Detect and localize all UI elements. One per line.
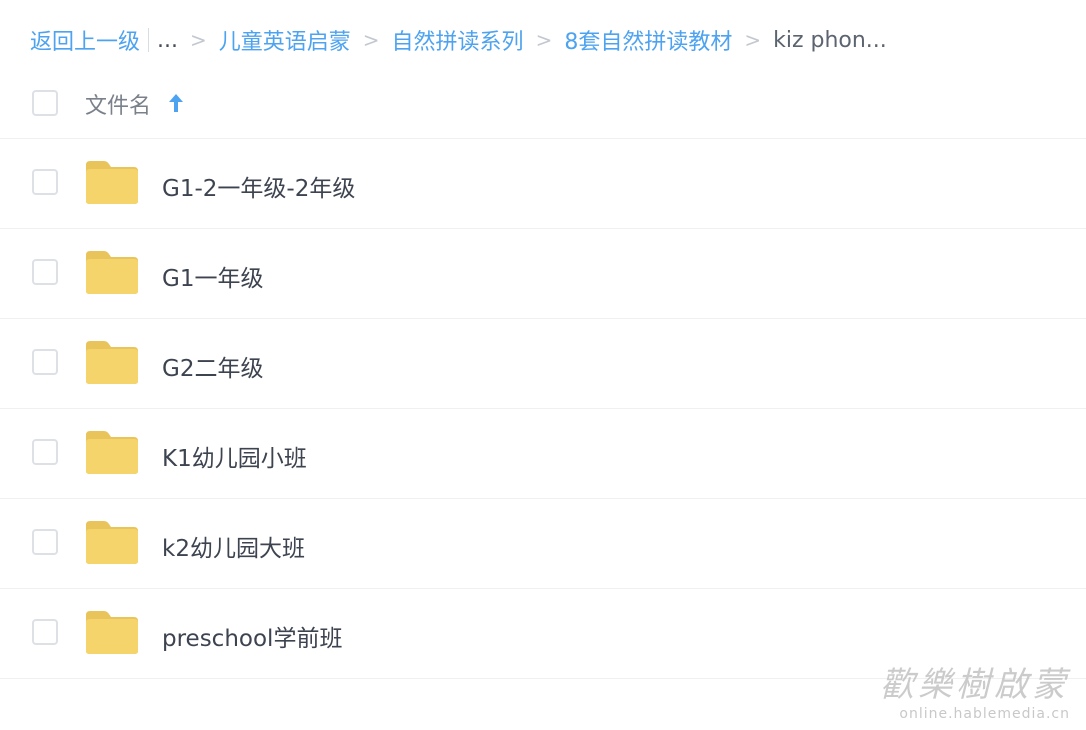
breadcrumb-separator: > (362, 28, 380, 52)
watermark-url: online.hablemedia.cn (899, 706, 1070, 722)
row-checkbox[interactable] (32, 259, 58, 285)
list-item[interactable]: preschool学前班 (0, 589, 1086, 679)
list-item[interactable]: G1-2一年级-2年级 (0, 139, 1086, 229)
breadcrumb: 返回上一级 ... > 儿童英语启蒙 > 自然拼读系列 > 8套自然拼读教材 >… (30, 22, 887, 58)
breadcrumb-separator: > (535, 28, 553, 52)
folder-icon (86, 611, 138, 654)
list-item[interactable]: G1一年级 (0, 229, 1086, 319)
breadcrumb-divider (148, 28, 150, 52)
breadcrumb-current: kiz phon... (773, 27, 887, 53)
back-link[interactable]: 返回上一级 (30, 24, 140, 56)
breadcrumb-item-english-enlightenment[interactable]: 儿童英语启蒙 (219, 24, 351, 56)
folder-icon (86, 431, 138, 474)
file-name[interactable]: G1一年级 (162, 259, 263, 293)
file-name[interactable]: K1幼儿园小班 (162, 439, 307, 473)
breadcrumb-separator: > (744, 28, 762, 52)
filename-column-header[interactable]: 文件名 (85, 88, 151, 120)
folder-icon (86, 341, 138, 384)
select-all-checkbox[interactable] (32, 90, 58, 116)
row-checkbox[interactable] (32, 529, 58, 555)
folder-icon (86, 251, 138, 294)
folder-icon (86, 521, 138, 564)
file-name[interactable]: G2二年级 (162, 349, 263, 383)
file-list-header: 文件名 (0, 72, 1086, 139)
file-name[interactable]: preschool学前班 (162, 619, 342, 653)
list-item[interactable]: k2幼儿园大班 (0, 499, 1086, 589)
row-checkbox[interactable] (32, 169, 58, 195)
arrow-up-icon[interactable] (166, 90, 186, 116)
list-item[interactable]: K1幼儿园小班 (0, 409, 1086, 499)
file-name[interactable]: G1-2一年级-2年级 (162, 169, 355, 203)
breadcrumb-item-phonics-series[interactable]: 自然拼读系列 (392, 24, 524, 56)
row-checkbox[interactable] (32, 439, 58, 465)
breadcrumb-ellipsis[interactable]: ... (157, 28, 178, 53)
breadcrumb-separator: > (190, 28, 207, 52)
row-checkbox[interactable] (32, 349, 58, 375)
folder-icon (86, 161, 138, 204)
row-checkbox[interactable] (32, 619, 58, 645)
breadcrumb-item-phonics-textbooks[interactable]: 8套自然拼读教材 (564, 24, 732, 56)
list-item[interactable]: G2二年级 (0, 319, 1086, 409)
file-name[interactable]: k2幼儿园大班 (162, 529, 305, 563)
